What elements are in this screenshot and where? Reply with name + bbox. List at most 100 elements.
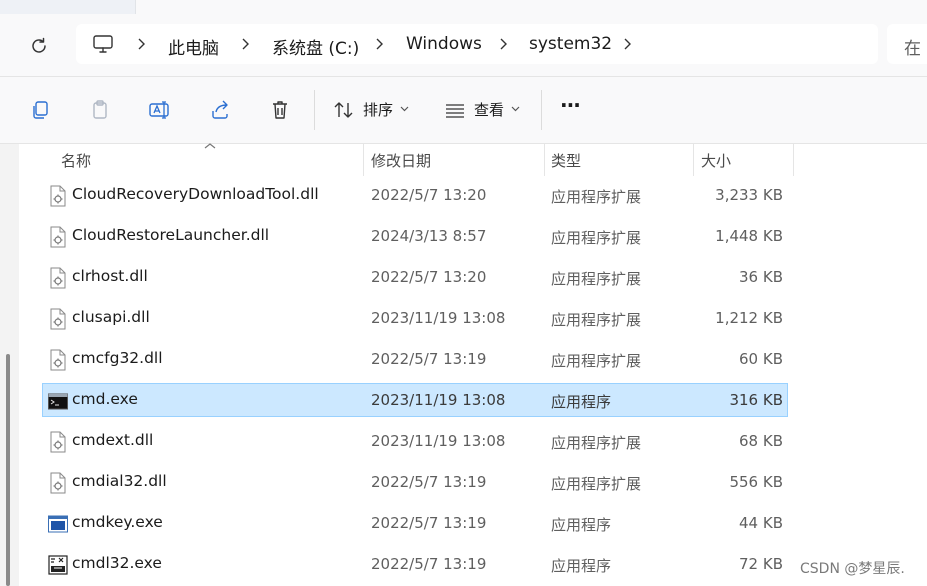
file-name: CloudRestoreLauncher.dll bbox=[72, 226, 270, 244]
cmdl32-exe-icon bbox=[48, 555, 68, 575]
file-name: cmdl32.exe bbox=[72, 554, 162, 572]
sort-button[interactable]: 排序 bbox=[363, 99, 393, 120]
file-date: 2022/5/7 13:20 bbox=[371, 268, 487, 286]
column-header-name[interactable]: 名称 bbox=[61, 150, 91, 171]
table-row[interactable]: clrhost.dll 2022/5/7 13:20 应用程序扩展 36 KB bbox=[42, 260, 788, 294]
file-date: 2023/11/19 13:08 bbox=[371, 309, 506, 327]
refresh-button[interactable] bbox=[25, 32, 53, 60]
more-options-button[interactable]: ··· bbox=[560, 93, 581, 117]
chevron-right-icon[interactable] bbox=[135, 38, 147, 50]
column-divider[interactable] bbox=[363, 144, 364, 176]
dll-file-icon bbox=[50, 349, 66, 371]
file-type: 应用程序扩展 bbox=[551, 352, 642, 370]
table-row[interactable]: cmdkey.exe 2022/5/7 13:19 应用程序 44 KB bbox=[42, 506, 788, 540]
share-button[interactable] bbox=[206, 96, 234, 124]
file-size: 36 KB bbox=[739, 268, 783, 286]
address-bar[interactable]: 此电脑 系统盘 (C:) Windows system32 bbox=[76, 24, 878, 64]
file-date: 2022/5/7 13:20 bbox=[371, 186, 487, 204]
column-divider[interactable] bbox=[793, 144, 794, 176]
dll-file-icon bbox=[50, 267, 66, 289]
table-row[interactable]: clusapi.dll 2023/11/19 13:08 应用程序扩展 1,21… bbox=[42, 301, 788, 335]
file-size: 3,233 KB bbox=[715, 186, 783, 204]
file-size: 316 KB bbox=[729, 391, 783, 409]
view-list-icon bbox=[446, 104, 464, 118]
file-type: 应用程序 bbox=[551, 516, 612, 534]
delete-button[interactable] bbox=[266, 96, 294, 124]
file-size: 60 KB bbox=[739, 350, 783, 368]
table-row[interactable]: cmcfg32.dll 2022/5/7 13:19 应用程序扩展 60 KB bbox=[42, 342, 788, 376]
table-row[interactable]: cmdext.dll 2023/11/19 13:08 应用程序扩展 68 KB bbox=[42, 424, 788, 458]
column-header-size[interactable]: 大小 bbox=[701, 150, 731, 171]
file-date: 2023/11/19 13:08 bbox=[371, 391, 506, 409]
watermark: CSDN @梦星辰. bbox=[800, 561, 905, 577]
table-row[interactable]: CloudRestoreLauncher.dll 2024/3/13 8:57 … bbox=[42, 219, 788, 253]
column-header-date[interactable]: 修改日期 bbox=[371, 150, 431, 171]
column-divider[interactable] bbox=[544, 144, 545, 176]
chevron-right-icon[interactable] bbox=[497, 38, 509, 50]
table-row[interactable]: cmdl32.exe 2022/5/7 13:19 应用程序 72 KB bbox=[42, 547, 788, 581]
paste-icon bbox=[93, 100, 107, 119]
file-type: 应用程序扩展 bbox=[551, 311, 642, 329]
file-size: 1,448 KB bbox=[715, 227, 783, 245]
dll-file-icon bbox=[50, 185, 66, 207]
file-type: 应用程序扩展 bbox=[551, 229, 642, 247]
dll-file-icon bbox=[50, 431, 66, 453]
file-type: 应用程序扩展 bbox=[551, 188, 642, 206]
file-type: 应用程序扩展 bbox=[551, 270, 642, 288]
breadcrumb-system32[interactable]: system32 bbox=[529, 34, 612, 54]
file-name: CloudRecoveryDownloadTool.dll bbox=[72, 185, 319, 203]
file-explorer-window: 此电脑 系统盘 (C:) Windows system32 在 排序 查看 ··… bbox=[0, 0, 927, 586]
file-name: cmdkey.exe bbox=[72, 513, 163, 531]
table-row[interactable]: CloudRecoveryDownloadTool.dll 2022/5/7 1… bbox=[42, 178, 788, 212]
file-date: 2023/11/19 13:08 bbox=[371, 432, 506, 450]
paste-button[interactable] bbox=[86, 96, 114, 124]
file-name: cmdext.dll bbox=[72, 431, 154, 449]
file-date: 2022/5/7 13:19 bbox=[371, 473, 487, 491]
table-row[interactable]: cmdial32.dll 2022/5/7 13:19 应用程序扩展 556 K… bbox=[42, 465, 788, 499]
sort-icon bbox=[334, 102, 353, 118]
scrollbar-thumb[interactable] bbox=[6, 354, 10, 586]
navigation-pane-edge bbox=[0, 144, 19, 586]
file-date: 2022/5/7 13:19 bbox=[371, 514, 487, 532]
rename-button[interactable] bbox=[146, 96, 174, 124]
title-strip bbox=[0, 0, 927, 14]
copy-button[interactable] bbox=[26, 96, 54, 124]
table-row-selected[interactable]: cmd.exe 2023/11/19 13:08 应用程序 316 KB bbox=[42, 383, 788, 417]
chevron-right-icon[interactable] bbox=[373, 38, 385, 50]
search-placeholder: 在 bbox=[904, 39, 921, 59]
column-header: 名称 修改日期 类型 大小 bbox=[19, 142, 927, 176]
share-icon bbox=[212, 100, 228, 119]
column-divider[interactable] bbox=[693, 144, 694, 176]
file-name: clrhost.dll bbox=[72, 267, 148, 285]
chevron-down-icon[interactable] bbox=[399, 104, 409, 114]
file-size: 72 KB bbox=[739, 555, 783, 573]
file-date: 2022/5/7 13:19 bbox=[371, 350, 487, 368]
active-tab-edge[interactable] bbox=[135, 0, 927, 14]
breadcrumb-this-pc[interactable]: 此电脑 bbox=[168, 34, 219, 59]
file-size: 556 KB bbox=[729, 473, 783, 491]
file-name: clusapi.dll bbox=[72, 308, 150, 326]
view-button[interactable]: 查看 bbox=[474, 99, 504, 120]
file-type: 应用程序扩展 bbox=[551, 434, 642, 452]
breadcrumb-windows[interactable]: Windows bbox=[406, 34, 482, 54]
command-toolbar: 排序 查看 ··· bbox=[0, 77, 927, 144]
refresh-icon bbox=[32, 37, 46, 53]
file-size: 1,212 KB bbox=[715, 309, 783, 327]
chevron-right-icon[interactable] bbox=[239, 38, 251, 50]
sort-icon-wrap[interactable] bbox=[330, 96, 358, 124]
chevron-right-icon[interactable] bbox=[621, 38, 633, 50]
file-size: 68 KB bbox=[739, 432, 783, 450]
toolbar-divider bbox=[541, 90, 542, 130]
address-row: 此电脑 系统盘 (C:) Windows system32 在 bbox=[0, 14, 927, 77]
breadcrumb-system-drive[interactable]: 系统盘 (C:) bbox=[272, 34, 359, 59]
view-icon-wrap[interactable] bbox=[441, 96, 469, 124]
cmd-exe-icon bbox=[48, 393, 68, 410]
trash-icon bbox=[273, 101, 287, 119]
dll-file-icon bbox=[50, 226, 66, 248]
dll-file-icon bbox=[50, 308, 66, 330]
file-name: cmcfg32.dll bbox=[72, 349, 163, 367]
search-input[interactable]: 在 bbox=[887, 24, 927, 64]
column-header-type[interactable]: 类型 bbox=[551, 150, 581, 171]
sort-ascending-icon bbox=[204, 142, 216, 152]
chevron-down-icon[interactable] bbox=[510, 104, 520, 114]
